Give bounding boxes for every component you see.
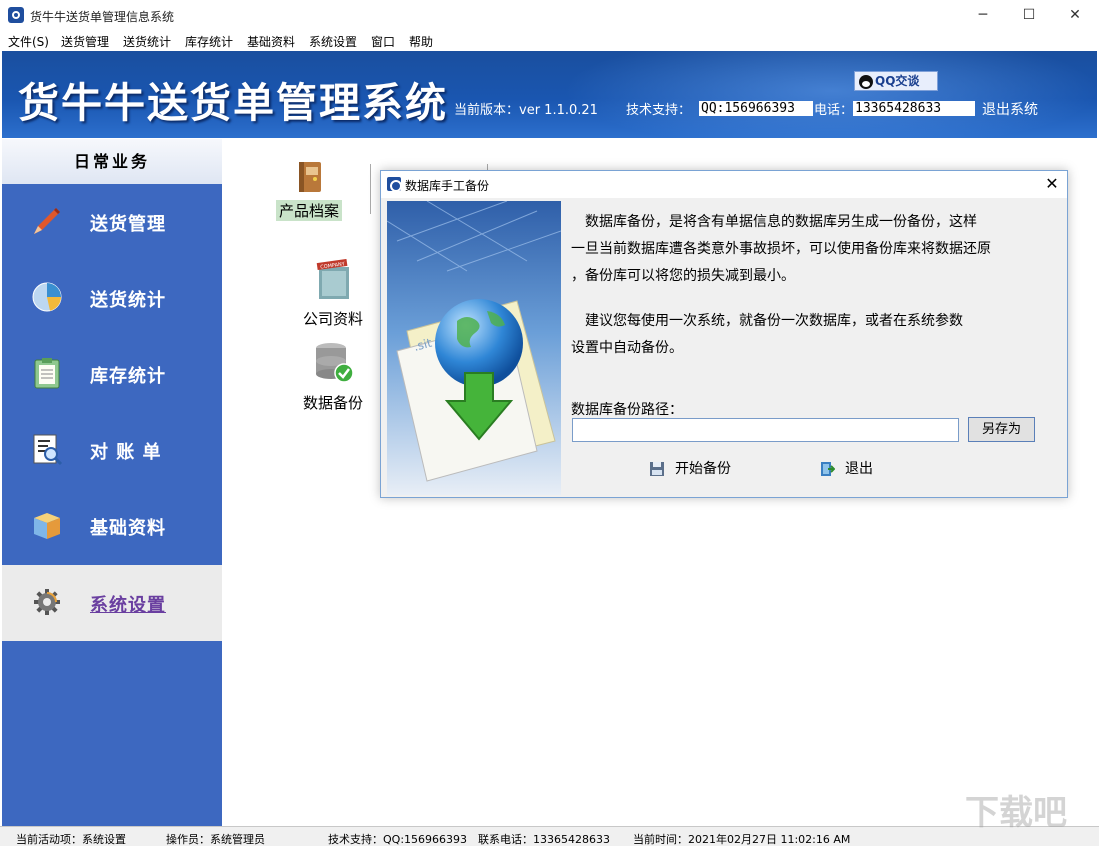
window-title: 货牛牛送货单管理信息系统 (30, 10, 175, 24)
pie-chart-icon (32, 282, 62, 312)
menu-bar: 文件(S) 送货管理 送货统计 库存统计 基础资料 系统设置 窗口 帮助 (0, 31, 1099, 51)
app-icon (387, 177, 402, 192)
watermark: 下载吧 (965, 793, 1067, 833)
start-backup-label: 开始备份 (675, 461, 731, 477)
menu-delivery-manage[interactable]: 送货管理 (61, 33, 109, 50)
qq-chat-button[interactable]: QQ交谈 (854, 71, 938, 91)
company-building-icon: COMPANY (316, 258, 349, 299)
floppy-disk-icon (650, 462, 664, 476)
menu-system-settings[interactable]: 系统设置 (309, 33, 357, 50)
description-line-1: 数据库备份，是将含有单据信息的数据库另生成一份备份，这样 (571, 214, 977, 230)
backup-illustration: .sit (387, 201, 561, 495)
sidebar: 日常业务 送货管理 送货统计 库存统计 对 账 单 基础资料 系统设置 (2, 139, 222, 826)
suggestion-line-2: 设置中自动备份。 (571, 340, 683, 356)
tab-product-archive[interactable]: 产品档案 (272, 159, 346, 221)
start-backup-button[interactable]: 开始备份 (649, 458, 731, 478)
company-info-label: 公司资料 (302, 310, 363, 328)
menu-window[interactable]: 窗口 (371, 33, 395, 50)
qq-icon (859, 74, 873, 89)
book-icon (299, 162, 321, 192)
support-qq-box: QQ:156966393 (699, 101, 813, 116)
sidebar-item-label: 对 账 单 (90, 442, 162, 463)
sidebar-item-label: 基础资料 (90, 518, 166, 539)
tab-product-archive-label: 产品档案 (275, 200, 342, 221)
document-search-icon (33, 434, 63, 466)
status-active-item: 当前活动项：系统设置 (16, 833, 126, 846)
sidebar-item-label: 系统设置 (90, 595, 166, 616)
phone-box: 13365428633 (853, 101, 975, 116)
app-icon (8, 7, 24, 23)
maximize-button[interactable]: ☐ (1006, 0, 1052, 31)
sidebar-item-system-settings[interactable]: 系统设置 (2, 565, 222, 641)
dialog-title-bar: 数据库手工备份 ✕ (381, 171, 1067, 198)
header-banner: 货牛牛送货单管理系统 QQ交谈 当前版本：ver 1.1.0.21 技术支持： … (2, 51, 1097, 138)
exit-door-icon (821, 462, 835, 476)
sidebar-item-delivery-stats[interactable]: 送货统计 (2, 260, 222, 336)
support-label: 技术支持： (626, 103, 692, 118)
suggestion-line-1: 建议您每使用一次系统，就备份一次数据库，或者在系统参数 (571, 313, 963, 329)
dialog-title: 数据库手工备份 (405, 179, 490, 193)
status-time: 当前时间：2021年02月27日 11:02:16 AM (633, 833, 851, 846)
backup-path-label: 数据库备份路径： (571, 402, 683, 418)
gear-icon (34, 589, 60, 615)
dialog-close-button[interactable]: ✕ (1041, 173, 1063, 195)
save-as-button[interactable]: 另存为 (968, 417, 1035, 442)
phone-label: 电话： (814, 103, 854, 118)
exit-system-link[interactable]: 退出系统 (982, 99, 1038, 119)
menu-delivery-stats[interactable]: 送货统计 (123, 33, 171, 50)
banner-title: 货牛牛送货单管理系统 (18, 79, 448, 127)
sidebar-item-label: 送货统计 (90, 290, 166, 311)
description-line-3: ，备份库可以将您的损失减到最小。 (571, 268, 795, 284)
pencil-icon (34, 208, 60, 234)
version-text: 当前版本：ver 1.1.0.21 (454, 103, 598, 118)
sidebar-header: 日常业务 (2, 139, 222, 184)
menu-basic-data[interactable]: 基础资料 (247, 33, 295, 50)
minimize-button[interactable]: ─ (960, 0, 1006, 31)
sidebar-item-label: 库存统计 (90, 366, 166, 387)
sidebar-item-label: 送货管理 (90, 214, 166, 235)
backup-dialog: 数据库手工备份 ✕ .sit 数据库备份，是将含有单据信息的数据库另生成一份备份… (380, 170, 1068, 498)
company-info-item[interactable]: COMPANY 公司资料 (288, 258, 378, 329)
status-bar: 当前活动项：系统设置 操作员：系统管理员 技术支持：QQ:156966393 联… (0, 826, 1099, 846)
sidebar-item-statement[interactable]: 对 账 单 (2, 412, 222, 488)
qq-chat-label: QQ交谈 (875, 74, 920, 88)
menu-inventory-stats[interactable]: 库存统计 (185, 33, 233, 50)
data-backup-item[interactable]: 数据备份 (288, 339, 378, 413)
sidebar-item-basic-data[interactable]: 基础资料 (2, 488, 222, 564)
menu-file[interactable]: 文件(S) (8, 33, 49, 50)
status-operator: 操作员：系统管理员 (166, 833, 265, 846)
status-support: 技术支持：QQ:156966393 (328, 833, 468, 846)
close-button[interactable]: ✕ (1052, 0, 1098, 31)
data-backup-label: 数据备份 (302, 394, 363, 412)
sidebar-item-inventory-stats[interactable]: 库存统计 (2, 336, 222, 412)
menu-help[interactable]: 帮助 (409, 33, 433, 50)
title-bar: 货牛牛送货单管理信息系统 ─ ☐ ✕ (0, 0, 1099, 31)
box-icon (34, 513, 60, 539)
exit-dialog-label: 退出 (845, 461, 873, 477)
description-line-2: 一旦当前数据库遭各类意外事故损坏，可以使用备份库来将数据还原 (571, 241, 991, 257)
sidebar-item-delivery-manage[interactable]: 送货管理 (2, 184, 222, 260)
toolbar-divider (370, 164, 371, 214)
backup-path-input[interactable] (572, 418, 959, 442)
exit-dialog-button[interactable]: 退出 (819, 458, 873, 478)
status-phone: 联系电话：13365428633 (478, 833, 610, 846)
database-backup-icon (316, 343, 354, 383)
clipboard-icon (34, 358, 60, 389)
